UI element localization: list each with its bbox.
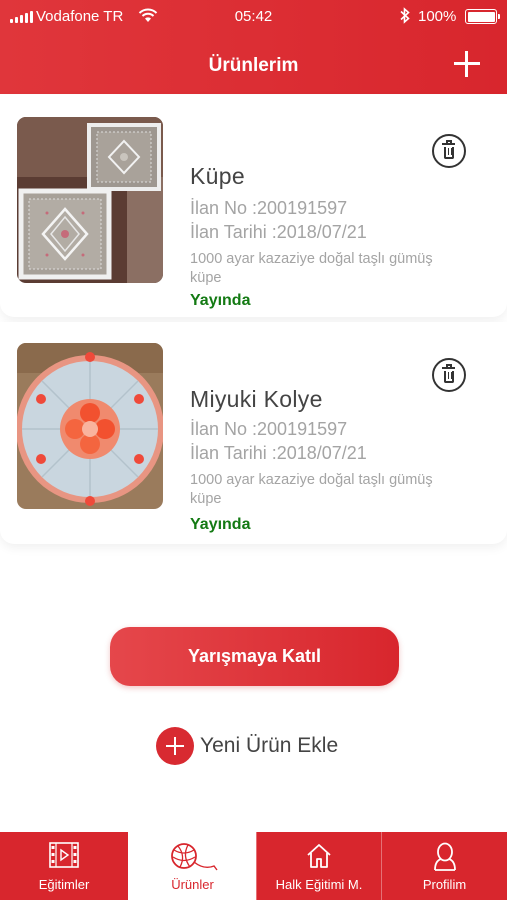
app-header: Vodafone TR 05:42 100% Ürünlerim	[0, 0, 507, 94]
listing-date: İlan Tarihi :2018/07/21	[190, 443, 367, 463]
listing-date: İlan Tarihi :2018/07/21	[190, 222, 367, 242]
tab-label: Ürünler	[171, 877, 214, 892]
product-description: 1000 ayar kazaziye doğal taşlı gümüş küp…	[190, 472, 433, 507]
tab-bar: Eğitimler Ürünler Halk Eğitimi M. Profil…	[0, 832, 507, 900]
trash-icon[interactable]	[432, 134, 466, 168]
status-badge: Yayında	[190, 516, 251, 533]
tab-profilim[interactable]: Profilim	[381, 832, 507, 900]
status-bar: Vodafone TR 05:42 100%	[0, 6, 507, 28]
yarn-ball-icon	[168, 842, 218, 875]
tab-urunler[interactable]: Ürünler	[128, 832, 256, 900]
tab-egitimler[interactable]: Eğitimler	[0, 832, 128, 900]
product-name: Miyuki Kolye	[190, 386, 323, 412]
product-description: 1000 ayar kazaziye doğal taşlı gümüş küp…	[190, 251, 433, 286]
tab-label: Profilim	[422, 877, 467, 892]
home-icon	[305, 842, 333, 873]
product-name: Küpe	[190, 163, 245, 189]
tab-label: Halk Eğitimi M.	[275, 877, 363, 892]
new-product-label: Yeni Ürün Ekle	[200, 734, 339, 757]
listing-number: İlan No :200191597	[190, 419, 348, 439]
plus-icon[interactable]	[156, 727, 194, 765]
add-product-button[interactable]	[452, 49, 482, 79]
film-icon	[49, 842, 79, 871]
user-icon	[431, 842, 459, 875]
join-contest-button[interactable]: Yarışmaya Katıl	[110, 627, 399, 686]
product-card[interactable]: Küpe İlan No :200191597 İlan Tarihi :201…	[0, 95, 507, 317]
page-title: Ürünlerim	[208, 55, 299, 76]
product-image	[17, 343, 163, 509]
bluetooth-icon	[399, 7, 411, 28]
status-badge: Yayında	[190, 292, 251, 309]
tab-label: Eğitimler	[38, 877, 90, 892]
battery-icon	[465, 9, 500, 24]
battery-percentage: 100%	[418, 8, 457, 25]
listing-number: İlan No :200191597	[190, 198, 348, 218]
product-card[interactable]: Miyuki Kolye İlan No :200191597 İlan Tar…	[0, 322, 507, 544]
product-image	[17, 117, 163, 283]
tab-halk-egitimi[interactable]: Halk Eğitimi M.	[256, 832, 381, 900]
trash-icon[interactable]	[432, 358, 466, 392]
